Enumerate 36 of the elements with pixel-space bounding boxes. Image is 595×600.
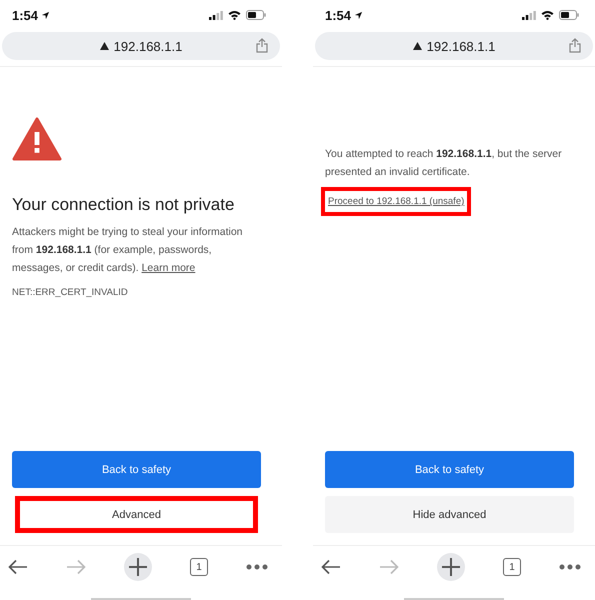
more-icon[interactable] bbox=[246, 564, 268, 570]
address-bar[interactable]: 192.168.1.1 bbox=[2, 32, 280, 60]
certificate-message: You attempted to reach 192.168.1.1, but the server presented an invalid certificate. bbox=[325, 147, 563, 180]
new-tab-icon[interactable] bbox=[124, 553, 152, 581]
signal-icon bbox=[522, 10, 536, 20]
tab-count-button[interactable]: 1 bbox=[190, 558, 208, 576]
more-icon[interactable] bbox=[559, 564, 581, 570]
error-code: NET::ERR_CERT_INVALID bbox=[12, 287, 128, 298]
new-tab-icon[interactable] bbox=[437, 553, 465, 581]
location-arrow-icon bbox=[354, 10, 364, 20]
advanced-button[interactable]: Advanced bbox=[15, 496, 258, 533]
address-bar[interactable]: 192.168.1.1 bbox=[315, 32, 593, 60]
status-time: 1:54 bbox=[12, 8, 38, 22]
url-text: 192.168.1.1 bbox=[114, 38, 182, 54]
back-arrow-icon[interactable] bbox=[8, 559, 28, 575]
signal-icon bbox=[209, 10, 223, 20]
back-to-safety-button[interactable]: Back to safety bbox=[12, 451, 261, 488]
back-arrow-icon[interactable] bbox=[321, 559, 341, 575]
share-icon[interactable] bbox=[256, 38, 268, 53]
wifi-icon bbox=[228, 10, 241, 20]
warning-icon bbox=[100, 42, 109, 50]
warning-message: Attackers might be trying to steal your information from 192.168.1.1 (for example, passwords, messages, or credit cards). Learn more bbox=[12, 225, 244, 276]
back-to-safety-button[interactable]: Back to safety bbox=[325, 451, 574, 488]
share-icon[interactable] bbox=[569, 38, 581, 53]
learn-more-link[interactable]: Learn more bbox=[142, 262, 196, 274]
wifi-icon bbox=[541, 10, 554, 20]
error-title: Your connection is not private bbox=[12, 195, 234, 215]
url-text: 192.168.1.1 bbox=[426, 38, 496, 54]
warning-icon bbox=[412, 42, 422, 50]
status-time: 1:54 bbox=[325, 8, 352, 22]
warning-icon bbox=[12, 117, 62, 161]
advanced-button[interactable]: Hide advanced bbox=[325, 496, 574, 533]
tab-count-button[interactable]: 1 bbox=[503, 558, 521, 576]
battery-icon bbox=[246, 10, 266, 20]
battery-icon bbox=[559, 10, 579, 20]
location-arrow-icon bbox=[41, 10, 50, 20]
